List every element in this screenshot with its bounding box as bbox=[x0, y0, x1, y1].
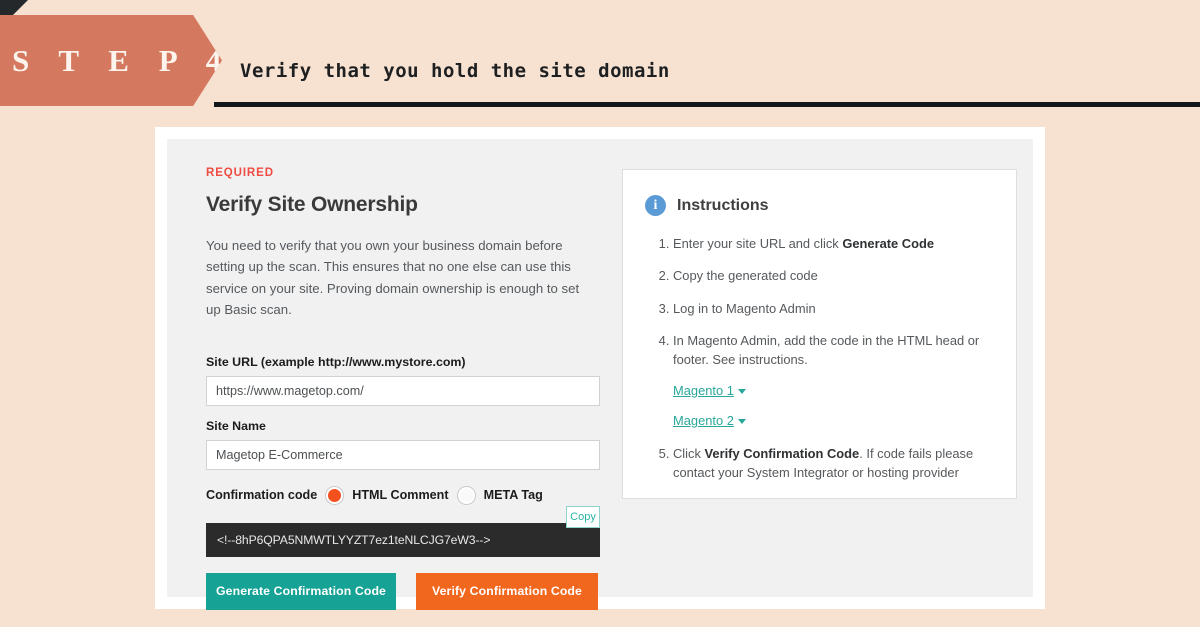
screenshot-frame: REQUIRED Verify Site Ownership You need … bbox=[155, 127, 1045, 610]
magento-version-link-label: Magento 1 bbox=[673, 382, 734, 398]
header-divider bbox=[214, 102, 1200, 107]
page-title: Verify Site Ownership bbox=[206, 193, 418, 216]
magento-version-link-label: Magento 2 bbox=[673, 413, 734, 429]
instruction-emphasis: Generate Code bbox=[842, 236, 935, 251]
instruction-item: Click Verify Confirmation Code. If code … bbox=[673, 444, 996, 483]
instruction-text: In Magento Admin, add the code in the HT… bbox=[673, 333, 980, 368]
instruction-item: In Magento Admin, add the code in the HT… bbox=[673, 331, 996, 430]
instructions-list: Enter your site URL and click Generate C… bbox=[623, 234, 1016, 482]
copy-button-row: Copy bbox=[206, 504, 600, 528]
verify-site-ownership-card: REQUIRED Verify Site Ownership You need … bbox=[167, 139, 1033, 610]
required-badge: REQUIRED bbox=[206, 167, 274, 179]
instructions-title: Instructions bbox=[677, 196, 769, 214]
magento-version-link[interactable]: Magento 2 bbox=[673, 411, 746, 430]
instruction-emphasis: Verify Confirmation Code bbox=[704, 445, 860, 461]
chevron-down-icon bbox=[737, 388, 746, 394]
instruction-item: Enter your site URL and click Generate C… bbox=[673, 234, 996, 253]
chevron-down-icon bbox=[737, 419, 746, 425]
generated-code-box[interactable]: <!--8hP6QPA5NMWTLYYZT7ez1teNLCJG7eW3--> bbox=[206, 522, 600, 557]
instruction-text: Enter your site URL and click bbox=[673, 236, 843, 251]
site-url-input[interactable] bbox=[206, 375, 600, 406]
site-name-input[interactable] bbox=[206, 439, 600, 470]
step-banner: S T E P 4 bbox=[0, 15, 222, 106]
panel-description: You need to verify that you own your bus… bbox=[206, 238, 580, 318]
action-buttons-row: Generate Confirmation Code Verify Confir… bbox=[206, 572, 602, 610]
info-icon: i bbox=[645, 195, 666, 216]
verify-confirmation-code-button[interactable]: Verify Confirmation Code bbox=[416, 572, 598, 610]
instruction-text: Click bbox=[673, 445, 705, 461]
radio-html-comment[interactable] bbox=[326, 486, 344, 504]
confirmation-code-label: Confirmation code bbox=[206, 488, 318, 502]
radio-meta-tag[interactable] bbox=[457, 486, 475, 504]
confirmation-code-options-row: Confirmation code HTML Comment META Tag bbox=[206, 486, 602, 504]
step-number-label: S T E P 4 bbox=[12, 42, 233, 78]
radio-label-meta-tag: META Tag bbox=[483, 488, 543, 502]
site-name-field-group: Site Name bbox=[206, 419, 602, 470]
site-url-field-group: Site URL (example http://www.mystore.com… bbox=[206, 355, 602, 406]
instructions-header: i Instructions bbox=[623, 170, 1016, 216]
site-name-label: Site Name bbox=[206, 418, 266, 433]
instruction-item: Copy the generated code bbox=[673, 266, 996, 285]
radio-label-html-comment: HTML Comment bbox=[352, 488, 449, 502]
copy-button[interactable]: Copy bbox=[566, 505, 600, 528]
generate-confirmation-code-button[interactable]: Generate Confirmation Code bbox=[206, 572, 396, 610]
site-url-label: Site URL (example http://www.mystore.com… bbox=[206, 354, 466, 369]
magento-version-link[interactable]: Magento 1 bbox=[673, 381, 746, 400]
instruction-text: Log in to Magento Admin bbox=[673, 300, 816, 316]
step-title: Verify that you hold the site domain bbox=[240, 60, 670, 82]
instruction-text: Copy the generated code bbox=[673, 268, 818, 284]
instruction-item: Log in to Magento Admin bbox=[673, 299, 996, 318]
form-column: REQUIRED Verify Site Ownership You need … bbox=[206, 167, 602, 610]
step-header-band: S T E P 4 Verify that you hold the site … bbox=[0, 0, 1200, 110]
instructions-panel: i Instructions Enter your site URL and c… bbox=[622, 169, 1017, 499]
